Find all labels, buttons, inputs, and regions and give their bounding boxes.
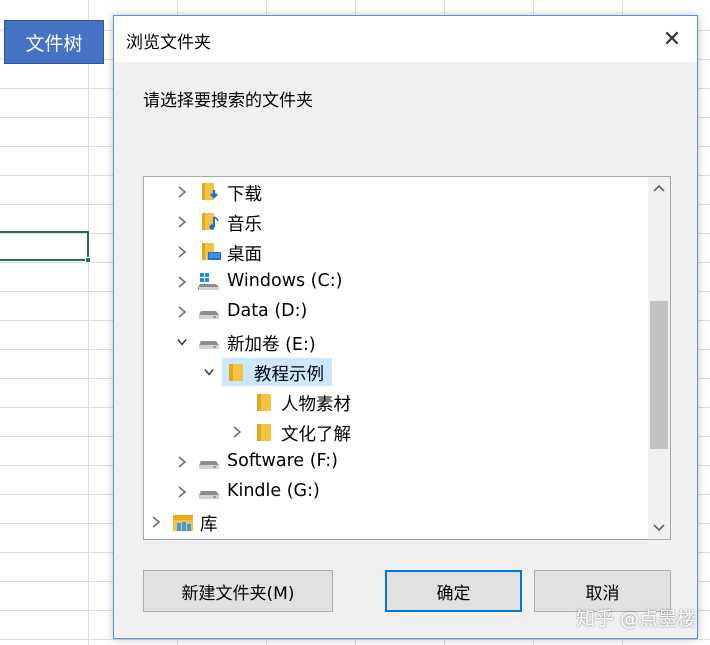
tree-item[interactable]: 下载 [144, 177, 644, 207]
tree-item-label: 新加卷 (E:) [227, 335, 316, 355]
chevron-right-icon[interactable] [174, 237, 190, 267]
tree-item[interactable]: 人物素材 [144, 387, 644, 417]
tree-item-label: Kindle (G:) [227, 481, 320, 501]
tree-item[interactable]: 库 [144, 507, 644, 537]
chevron-down-icon[interactable] [174, 327, 190, 357]
chevron-right-icon[interactable] [174, 207, 190, 237]
tree-item-label: Windows (C:) [227, 271, 343, 291]
watermark: 知乎 @点墨楼 [575, 608, 696, 630]
chevron-right-icon[interactable] [174, 477, 190, 507]
tree-item[interactable]: Kindle (G:) [144, 477, 644, 507]
windows-drive-icon [198, 272, 220, 292]
drive-icon [198, 452, 220, 472]
dialog-title: 浏览文件夹 [126, 33, 211, 53]
folder-icon [254, 422, 276, 442]
tree-item-label: 文化了解 [281, 425, 351, 445]
chevron-right-icon[interactable] [148, 507, 164, 537]
tree-item-label: 教程示例 [254, 365, 324, 385]
tree-item[interactable]: Data (D:) [144, 297, 644, 327]
tree-item-label: Software (F:) [227, 451, 338, 471]
tree-item-label: 库 [200, 515, 218, 535]
chevron-right-icon[interactable] [174, 267, 190, 297]
music-folder-icon [200, 212, 222, 232]
tree-item[interactable]: 文化了解 [144, 417, 644, 447]
scroll-down-button[interactable] [648, 517, 670, 539]
chevron-right-icon[interactable] [174, 297, 190, 327]
chevron-right-icon[interactable] [174, 177, 190, 207]
tree-item-label: 人物素材 [281, 395, 351, 415]
tree-item[interactable]: 教程示例 [144, 357, 644, 387]
chevron-down-icon[interactable] [201, 357, 217, 387]
scroll-thumb[interactable] [650, 301, 668, 449]
chevron-down-icon [653, 524, 665, 532]
tree-item-label: 桌面 [227, 245, 262, 265]
library-icon [172, 512, 194, 532]
drive-icon [198, 302, 220, 322]
tree-item[interactable]: 桌面 [144, 237, 644, 267]
selected-cell[interactable] [0, 231, 89, 261]
file-tree-shape-button[interactable]: 文件树 [4, 20, 104, 64]
downloads-folder-icon [200, 182, 222, 202]
new-folder-button[interactable]: 新建文件夹(M) [143, 570, 333, 612]
tree-item[interactable]: 音乐 [144, 207, 644, 237]
drive-icon [198, 332, 220, 352]
chevron-right-icon[interactable] [174, 447, 190, 477]
chevron-up-icon [653, 184, 665, 192]
dialog-prompt: 请选择要搜索的文件夹 [143, 91, 313, 111]
folder-icon [254, 392, 276, 412]
drive-icon [198, 482, 220, 502]
ok-button[interactable]: 确定 [385, 570, 522, 612]
close-icon: ✕ [662, 26, 682, 52]
fill-handle[interactable] [85, 257, 91, 263]
vertical-scrollbar[interactable] [648, 177, 670, 539]
tree-item[interactable]: 新加卷 (E:) [144, 327, 644, 357]
scroll-up-button[interactable] [648, 177, 670, 199]
tree-item-label: 音乐 [227, 215, 262, 235]
folder-tree[interactable]: 下载音乐桌面 Windows (C:) Data (D:) 新加卷 (E:) 教程示例人… [143, 176, 671, 540]
close-button[interactable]: ✕ [657, 24, 687, 54]
folder-icon [226, 362, 248, 382]
tree-item-label: Data (D:) [227, 301, 308, 321]
tree-item[interactable]: Software (F:) [144, 447, 644, 477]
chevron-right-icon[interactable] [229, 417, 245, 447]
dialog-titlebar: 浏览文件夹 ✕ [114, 16, 697, 62]
tree-item-label: 下载 [227, 185, 262, 205]
browse-folder-dialog: 浏览文件夹 ✕ 请选择要搜索的文件夹 下载音乐桌面 Windows (C:) Dat… [113, 15, 698, 639]
tree-item[interactable]: Windows (C:) [144, 267, 644, 297]
desktop-folder-icon [200, 242, 222, 262]
